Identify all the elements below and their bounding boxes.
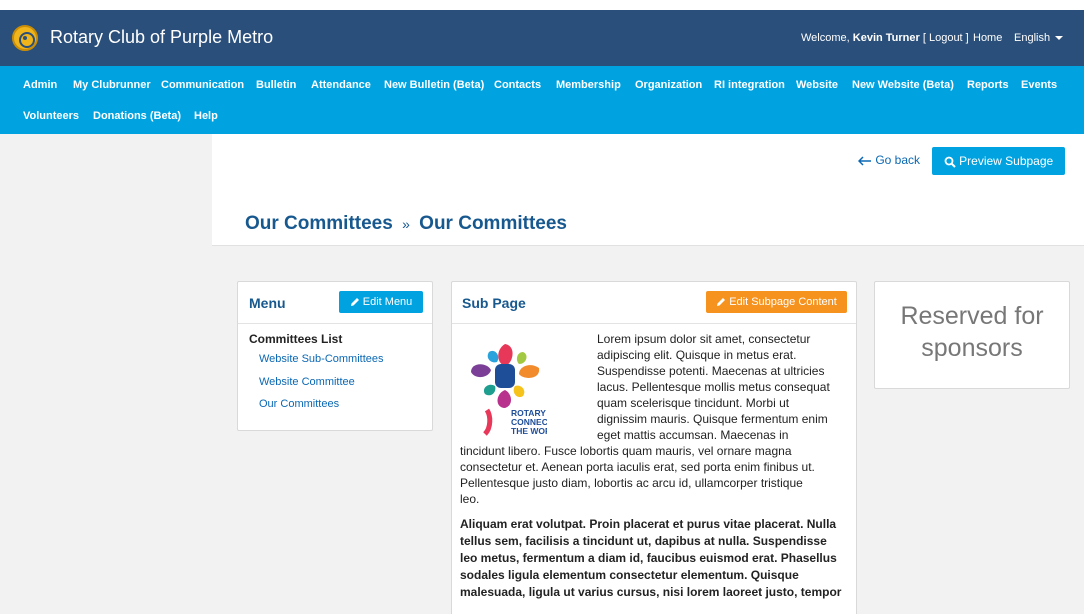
menu-card: Menu Edit Menu Committees List Website S… <box>237 281 433 431</box>
sponsor-placeholder: Reserved for sponsors <box>875 300 1069 364</box>
top-header: Rotary Club of Purple Metro Welcome, Kev… <box>0 10 1084 66</box>
club-name[interactable]: Rotary Club of Purple Metro <box>50 27 273 48</box>
edit-menu-label: Edit Menu <box>362 296 413 308</box>
preview-label: Preview Subpage <box>959 154 1054 168</box>
sponsor-line-1: Reserved for <box>900 302 1044 330</box>
paragraph-line: Pellentesque justo diam, lobortis ac arc… <box>460 476 803 490</box>
nav-volunteers[interactable]: Volunteers <box>23 110 79 122</box>
breadcrumb-parent[interactable]: Our Committees <box>245 213 393 234</box>
paragraph-line: leo metus, fermentum a diam id, faucibus… <box>460 551 837 565</box>
arrow-left-icon <box>858 156 871 166</box>
nav-website[interactable]: Website <box>796 79 838 91</box>
nav-my-clubrunner[interactable]: My Clubrunner <box>73 79 151 91</box>
edit-subpage-label: Edit Subpage Content <box>729 296 837 308</box>
paragraph-1-full: tincidunt libero. Fusce lobortis quam ma… <box>460 443 855 507</box>
paragraph-line: consectetur et. Aenean porta iaculis era… <box>460 460 815 474</box>
paragraph-line: sodales ligula elementum consectetur ele… <box>460 568 799 582</box>
menu-link-website-sub-committees[interactable]: Website Sub-Committees <box>259 353 384 365</box>
nav-ri-integration[interactable]: RI integration <box>714 79 785 91</box>
menu-card-divider <box>238 323 432 324</box>
nav-membership[interactable]: Membership <box>556 79 621 91</box>
paragraph-line: tellus sem, facilisis a tincidunt ut, da… <box>460 534 827 548</box>
paragraph-line: Aliquam erat volutpat. Proin placerat et… <box>460 517 837 531</box>
nav-new-website[interactable]: New Website (Beta) <box>852 79 954 91</box>
nav-help[interactable]: Help <box>194 110 218 122</box>
user-name: Kevin Turner <box>852 32 920 44</box>
breadcrumb: Our Committees » Our Committees <box>245 213 567 235</box>
pencil-icon <box>350 298 359 307</box>
nav-contacts[interactable]: Contacts <box>494 79 541 91</box>
rotary-connects-the-world-logo: ROTARY CONNECTS THE WORLD <box>471 344 547 436</box>
main-nav: Admin My Clubrunner Communication Bullet… <box>0 66 1084 134</box>
menu-link-our-committees[interactable]: Our Committees <box>259 398 339 410</box>
menu-card-title: Menu <box>249 295 286 311</box>
nav-new-bulletin[interactable]: New Bulletin (Beta) <box>384 79 484 91</box>
breadcrumb-current: Our Committees <box>419 213 567 234</box>
language-dropdown[interactable]: English <box>1014 32 1064 44</box>
language-label: English <box>1014 32 1051 44</box>
paragraph-line: eget mattis accumsan. Maecenas in <box>597 428 789 442</box>
caret-down-icon <box>1055 36 1064 41</box>
paragraph-line: dignissim mauris. Quisque fermentum enim <box>597 412 828 426</box>
nav-bulletin[interactable]: Bulletin <box>256 79 296 91</box>
edit-menu-button[interactable]: Edit Menu <box>339 291 423 313</box>
logout-link[interactable]: [ Logout ] <box>923 32 969 44</box>
rotary-logo-icon <box>12 25 38 51</box>
paragraph-2: Aliquam erat volutpat. Proin placerat et… <box>460 516 855 601</box>
nav-attendance[interactable]: Attendance <box>311 79 371 91</box>
nav-communication[interactable]: Communication <box>161 79 244 91</box>
welcome-prefix: Welcome, <box>801 32 853 44</box>
logo-text-the-world: THE WORLD <box>511 426 547 436</box>
go-back-link[interactable]: Go back <box>858 153 920 167</box>
paragraph-line: malesuada, ligula ut varius cursus, nisi… <box>460 585 842 599</box>
sponsor-card: Reserved for sponsors <box>874 281 1070 389</box>
search-icon <box>944 156 956 168</box>
paragraph-line: Suspendisse potenti. Maecenas at ultrici… <box>597 364 825 378</box>
subpage-card: Sub Page Edit Subpage Content ROTARY CON… <box>451 281 857 614</box>
menu-link-website-committee[interactable]: Website Committee <box>259 376 355 388</box>
preview-subpage-button[interactable]: Preview Subpage <box>932 147 1065 175</box>
welcome-text: Welcome, Kevin Turner [ Logout ] <box>801 32 969 44</box>
pencil-icon <box>717 298 726 307</box>
paragraph-line: Lorem ipsum dolor sit amet, consectetur <box>597 332 811 346</box>
subpage-body: ROTARY CONNECTS THE WORLD Lorem ipsum do… <box>452 324 858 614</box>
subpage-card-title: Sub Page <box>462 295 526 311</box>
paragraph-line: quam scelerisque tincidunt. Morbi ut <box>597 396 790 410</box>
paragraph-1-wrapped: Lorem ipsum dolor sit amet, consectetur … <box>597 331 857 443</box>
sponsor-line-2: sponsors <box>921 334 1023 362</box>
nav-organization[interactable]: Organization <box>635 79 702 91</box>
left-gutter <box>0 134 212 614</box>
paragraph-line: lacus. Pellentesque mollis metus consequ… <box>597 380 830 394</box>
breadcrumb-separator: » <box>402 216 410 232</box>
committees-list-heading: Committees List <box>249 332 343 346</box>
go-back-label: Go back <box>875 153 921 167</box>
paragraph-line: tincidunt libero. Fusce lobortis quam ma… <box>460 444 792 458</box>
nav-events[interactable]: Events <box>1021 79 1057 91</box>
nav-reports[interactable]: Reports <box>967 79 1009 91</box>
paragraph-line: leo. <box>460 492 480 506</box>
nav-donations[interactable]: Donations (Beta) <box>93 110 181 122</box>
nav-admin[interactable]: Admin <box>23 79 57 91</box>
home-link[interactable]: Home <box>973 32 1002 44</box>
edit-subpage-content-button[interactable]: Edit Subpage Content <box>706 291 847 313</box>
paragraph-line: adipiscing elit. Quisque in metus erat. <box>597 348 797 362</box>
